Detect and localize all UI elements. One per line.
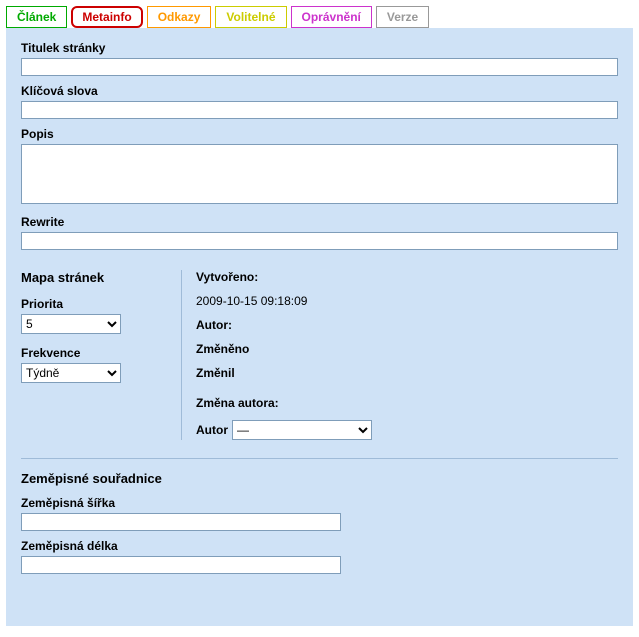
vytvoreno-value: 2009-10-15 09:18:09 — [196, 294, 307, 308]
popis-textarea[interactable] — [21, 144, 618, 204]
geo-title: Zeměpisné souřadnice — [21, 471, 618, 486]
divider — [21, 458, 618, 459]
frekvence-label: Frekvence — [21, 346, 171, 360]
sitemap-title: Mapa stránek — [21, 270, 171, 285]
zmeneno-label: Změněno — [196, 342, 249, 356]
priorita-label: Priorita — [21, 297, 171, 311]
autor-label: Autor: — [196, 318, 232, 332]
tab-odkazy[interactable]: Odkazy — [147, 6, 212, 28]
rewrite-input[interactable] — [21, 232, 618, 250]
klicova-input[interactable] — [21, 101, 618, 119]
geo-sirka-input[interactable] — [21, 513, 341, 531]
tab-verze[interactable]: Verze — [376, 6, 429, 28]
frekvence-select[interactable]: Týdně — [21, 363, 121, 383]
autor-select[interactable]: — — [232, 420, 372, 440]
rewrite-label: Rewrite — [21, 215, 618, 229]
priorita-select[interactable]: 5 — [21, 314, 121, 334]
vytvoreno-label: Vytvořeno: — [196, 270, 258, 284]
tab-clanek[interactable]: Článek — [6, 6, 67, 28]
titulek-label: Titulek stránky — [21, 41, 618, 55]
tab-metainfo[interactable]: Metainfo — [71, 6, 142, 28]
tab-opravneni[interactable]: Oprávnění — [291, 6, 372, 28]
zmenil-label: Změnil — [196, 366, 235, 380]
titulek-input[interactable] — [21, 58, 618, 76]
geo-delka-label: Zeměpisná délka — [21, 539, 618, 553]
panel-metainfo: Titulek stránky Klíčová slova Popis Rewr… — [6, 28, 633, 626]
klicova-label: Klíčová slova — [21, 84, 618, 98]
zmena-autora-label: Změna autora: — [196, 396, 279, 410]
geo-delka-input[interactable] — [21, 556, 341, 574]
tab-volitelne[interactable]: Volitelné — [215, 6, 286, 28]
popis-label: Popis — [21, 127, 618, 141]
geo-sirka-label: Zeměpisná šířka — [21, 496, 618, 510]
tabs-bar: Článek Metainfo Odkazy Volitelné Oprávně… — [6, 6, 633, 28]
autor-select-label: Autor — [196, 423, 228, 437]
